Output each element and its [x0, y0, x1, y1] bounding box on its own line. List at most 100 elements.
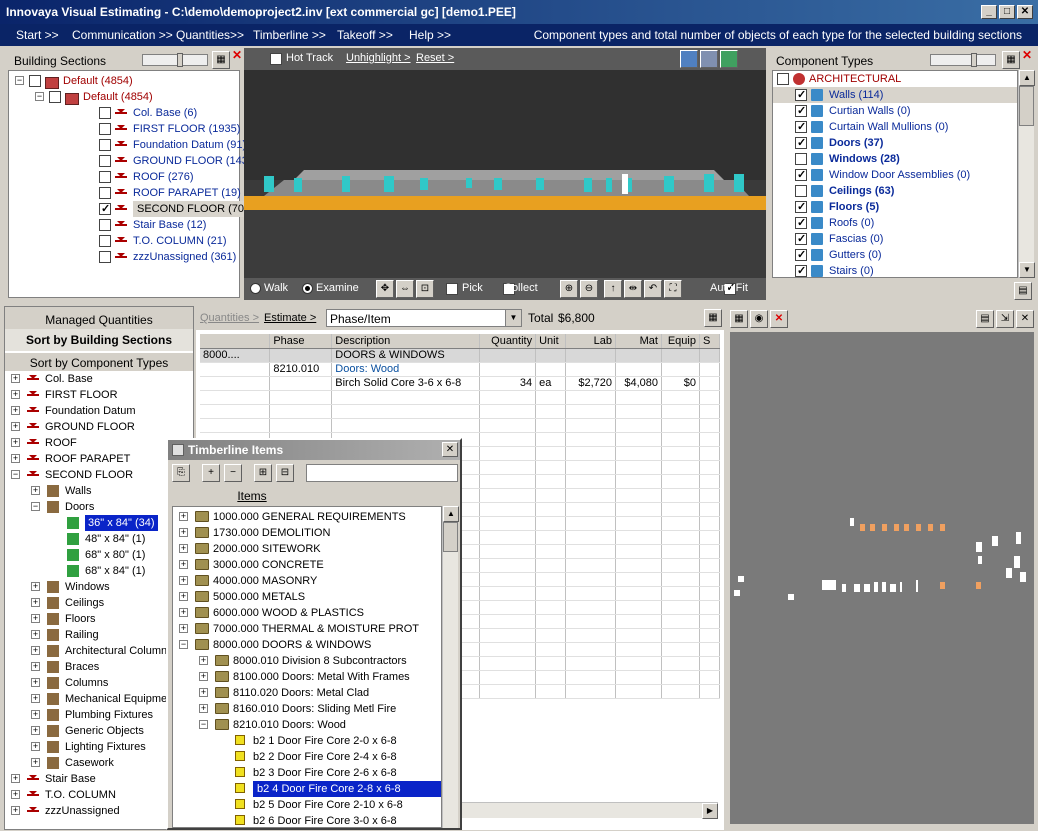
section-checkbox[interactable]	[29, 75, 41, 87]
managed-row[interactable]: 68" x 84" (1)	[5, 563, 193, 579]
menu-quantities[interactable]: Quantities>>	[176, 24, 244, 46]
component-row[interactable]: Floors (5)	[773, 199, 1017, 215]
timberline-row[interactable]: b2 2 Door Fire Core 2-4 x 6-8	[173, 749, 441, 765]
section-checkbox[interactable]	[49, 91, 61, 103]
component-checkbox[interactable]	[795, 103, 807, 119]
expand-toggle[interactable]: +	[31, 678, 40, 687]
grid-cell[interactable]	[699, 362, 721, 377]
search-input[interactable]	[306, 464, 458, 482]
expand-icon[interactable]: ⊞	[254, 464, 272, 482]
expand-toggle[interactable]: +	[11, 806, 20, 815]
estimate-hscrollbar[interactable]: ▶	[462, 802, 718, 819]
component-row[interactable]: Gutters (0)	[773, 247, 1017, 263]
expand-toggle[interactable]: +	[179, 528, 188, 537]
timberline-row[interactable]: +5000.000 METALS	[173, 589, 441, 605]
column-header[interactable]: Description	[331, 334, 481, 349]
section-checkbox[interactable]	[99, 235, 111, 247]
managed-row[interactable]: + Foundation Datum	[5, 403, 193, 419]
expand-toggle[interactable]: +	[11, 406, 20, 415]
expand-toggle[interactable]: +	[11, 422, 20, 431]
close-button[interactable]: ✕	[442, 442, 458, 457]
section-checkbox[interactable]	[99, 155, 111, 167]
grid-icon[interactable]: ▦	[730, 310, 748, 328]
grid-cell[interactable]	[200, 376, 271, 391]
component-row[interactable]: Roofs (0)	[773, 215, 1017, 231]
expand-toggle[interactable]: +	[31, 646, 40, 655]
column-header[interactable]: Phase	[269, 334, 333, 349]
component-row[interactable]: Curtain Wall Mullions (0)	[773, 119, 1017, 135]
timberline-row[interactable]: b2 3 Door Fire Core 2-6 x 6-8	[173, 765, 441, 781]
tree-row[interactable]: FIRST FLOOR (1935)	[9, 121, 240, 137]
component-checkbox[interactable]	[795, 135, 807, 151]
undo-icon[interactable]: ↶	[644, 280, 662, 298]
expand-toggle[interactable]: +	[179, 608, 188, 617]
component-checkbox[interactable]	[795, 153, 807, 165]
component-scrollbar[interactable]: ▲ ▼	[1018, 70, 1035, 278]
managed-row[interactable]: + ROOF PARAPET	[5, 451, 193, 467]
expand-toggle[interactable]: +	[11, 790, 20, 799]
view-mode-icon[interactable]	[680, 50, 698, 68]
collapse-toggle[interactable]: −	[35, 92, 44, 101]
grid-cell[interactable]: DOORS & WINDOWS	[331, 348, 481, 363]
tree-row[interactable]: GROUND FLOOR (1432)	[9, 153, 258, 169]
grid-cell[interactable]	[615, 362, 662, 377]
managed-row[interactable]: + Mechanical Equipmer	[5, 691, 193, 707]
managed-row[interactable]: + Col. Base	[5, 371, 193, 387]
expand-toggle[interactable]: +	[179, 624, 188, 633]
section-checkbox[interactable]	[99, 251, 111, 263]
expand-toggle[interactable]: +	[31, 742, 40, 751]
section-checkbox[interactable]	[99, 107, 111, 119]
timberline-row[interactable]: b2 4 Door Fire Core 2-8 x 6-8	[173, 781, 441, 797]
grid-cell[interactable]: ea	[535, 376, 567, 391]
split-icon[interactable]: ⇲	[996, 310, 1014, 328]
expand-toggle[interactable]: +	[31, 582, 40, 591]
collapse-toggle[interactable]: −	[15, 76, 24, 85]
pan-icon[interactable]: ⇔	[396, 280, 414, 298]
managed-row[interactable]: + GROUND FLOOR	[5, 419, 193, 435]
timberline-row[interactable]: +2000.000 SITEWORK	[173, 541, 441, 557]
timberline-row[interactable]: − 8000.000 DOORS & WINDOWS	[173, 637, 441, 653]
expand-toggle[interactable]: +	[11, 774, 20, 783]
timberline-row[interactable]: +8110.020 Doors: Metal Clad	[173, 685, 441, 701]
spreadsheet-icon[interactable]: ▦	[704, 309, 722, 327]
grid-cell[interactable]: 8210.010	[269, 362, 333, 377]
managed-row[interactable]: + Columns	[5, 675, 193, 691]
close-button[interactable]: ✕	[1017, 5, 1033, 19]
managed-row[interactable]: − SECOND FLOOR	[5, 467, 193, 483]
component-row[interactable]: Curtian Walls (0)	[773, 103, 1017, 119]
quantities-link[interactable]: Quantities >	[200, 312, 259, 324]
grid-cell[interactable]	[479, 348, 537, 363]
grid-cell[interactable]: 8000....	[200, 348, 271, 363]
component-row[interactable]: Fascias (0)	[773, 231, 1017, 247]
reset-link[interactable]: Reset >	[416, 52, 454, 64]
tree-row[interactable]: − Default (4854)	[9, 73, 239, 89]
grid-cell[interactable]	[699, 348, 721, 363]
grid-row[interactable]: 8210.010 Doors: Wood	[200, 362, 721, 377]
managed-row[interactable]: + Plumbing Fixtures	[5, 707, 193, 723]
expand-toggle[interactable]: +	[199, 704, 208, 713]
timberline-row[interactable]: b2 1 Door Fire Core 2-0 x 6-8	[173, 733, 441, 749]
timberline-row[interactable]: +3000.000 CONCRETE	[173, 557, 441, 573]
close-icon[interactable]: ✕	[1022, 48, 1032, 62]
zoom-in-icon[interactable]: ⊕	[560, 280, 578, 298]
managed-row[interactable]: 68" x 80" (1)	[5, 547, 193, 563]
component-checkbox[interactable]	[795, 167, 807, 183]
expand-toggle[interactable]: +	[199, 672, 208, 681]
camera-icon[interactable]: ◉	[750, 310, 768, 328]
grid-cell[interactable]	[661, 362, 700, 377]
grid-cell[interactable]: $0	[661, 376, 700, 391]
expand-toggle[interactable]: +	[199, 688, 208, 697]
managed-row[interactable]: + T.O. COLUMN	[5, 787, 193, 803]
scroll-up-icon[interactable]: ▲	[443, 506, 459, 522]
3d-viewport[interactable]	[244, 70, 766, 278]
close-icon[interactable]: ✕	[232, 48, 242, 62]
grid-cell[interactable]: $2,720	[565, 376, 617, 391]
component-row[interactable]: Doors (37)	[773, 135, 1017, 151]
expand-toggle[interactable]: +	[31, 630, 40, 639]
column-header[interactable]: Equip	[661, 334, 700, 349]
timberline-row[interactable]: +7000.000 THERMAL & MOISTURE PROT	[173, 621, 441, 637]
zoom-slider[interactable]	[142, 53, 208, 67]
section-checkbox[interactable]	[99, 171, 111, 183]
grid-cell[interactable]: $4,080	[615, 376, 662, 391]
expand-toggle[interactable]: −	[31, 502, 40, 511]
